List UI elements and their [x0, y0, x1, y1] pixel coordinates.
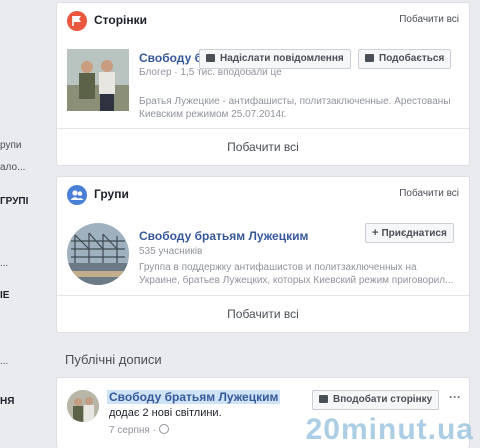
post-avatar[interactable]: [67, 390, 99, 422]
groups-see-all-link[interactable]: Побачити всі: [399, 188, 459, 199]
thumbs-up-icon: [319, 395, 328, 403]
group-members: 535 учасників: [139, 246, 203, 257]
like-page-label: Вподобати сторінку: [333, 394, 433, 405]
send-message-button[interactable]: Надіслати повідомлення: [199, 49, 351, 69]
group-name-link[interactable]: Свободу братьям Лужецким: [139, 229, 308, 243]
messenger-icon: [206, 54, 215, 62]
join-label: Приєднатися: [381, 228, 447, 239]
post-separator: ·: [152, 425, 156, 436]
post-action: додає 2 нові світлини.: [109, 407, 222, 419]
sidebar-item[interactable]: рупи: [0, 140, 21, 151]
pages-footer-link[interactable]: Побачити всі: [57, 128, 469, 165]
page-category: Блогер: [139, 67, 172, 78]
groups-footer-link[interactable]: Побачити всі: [57, 295, 469, 332]
groups-card: Групи Побачити всі Свободу братьям Лужец…: [56, 176, 470, 333]
post-meta: 7 серпня ·: [109, 424, 169, 436]
like-label: Подобається: [379, 53, 445, 64]
group-thumbnail[interactable]: [67, 223, 129, 285]
groups-card-header: Групи Побачити всі: [57, 177, 469, 213]
globe-icon: [158, 424, 169, 434]
sidebar-item[interactable]: ...: [0, 258, 8, 269]
sidebar-item[interactable]: ...: [0, 356, 8, 367]
pages-card: Сторінки Побачити всі Свободу братья... …: [56, 2, 470, 166]
plus-icon: +: [372, 227, 379, 239]
pages-see-all-link[interactable]: Побачити всі: [399, 14, 459, 25]
people-icon: [67, 185, 87, 205]
pages-card-title: Сторінки: [94, 13, 148, 27]
more-options-icon[interactable]: ···: [449, 390, 461, 404]
group-description: Группа в поддержку антифашистов и политз…: [139, 262, 454, 286]
sidebar-item[interactable]: ГРУПІ: [0, 196, 28, 207]
like-page-post-button[interactable]: Вподобати сторінку: [312, 390, 440, 410]
left-sidebar: рупи ало... ГРУПІ ... ІЕ ... НЯ: [0, 0, 50, 441]
sidebar-item[interactable]: НЯ: [0, 396, 14, 407]
send-message-label: Надіслати повідомлення: [220, 53, 344, 64]
pages-card-header: Сторінки Побачити всі: [57, 3, 469, 39]
public-posts-title: Публічні дописи: [65, 352, 162, 367]
join-group-button[interactable]: + Приєднатися: [365, 223, 454, 243]
post-author-link[interactable]: Свободу братьям Лужецким: [107, 390, 281, 404]
watermark: 20minut.ua: [305, 413, 474, 446]
like-page-button[interactable]: Подобається: [358, 49, 452, 69]
page-description: Братья Лужецкие - антифашисты, политзакл…: [139, 96, 451, 120]
sidebar-item[interactable]: ІЕ: [0, 290, 9, 301]
sidebar-item[interactable]: ало...: [0, 162, 25, 173]
post-date[interactable]: 7 серпня: [109, 425, 150, 436]
flag-icon: [67, 11, 87, 31]
page-thumbnail[interactable]: [67, 49, 129, 111]
groups-card-title: Групи: [94, 187, 129, 201]
thumbs-up-icon: [365, 54, 374, 62]
